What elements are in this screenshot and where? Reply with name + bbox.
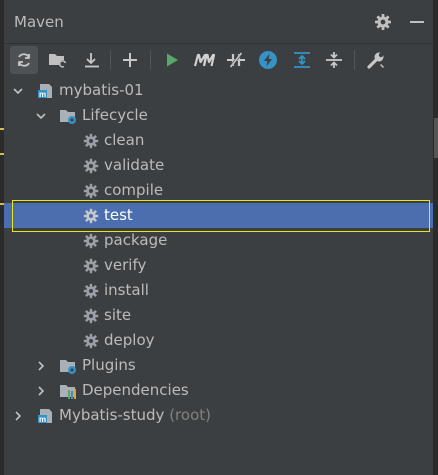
- download-sources-button[interactable]: [78, 46, 106, 74]
- play-icon: [167, 53, 178, 67]
- goal-label: verify: [104, 256, 147, 274]
- maven-project-icon: m: [37, 407, 55, 425]
- reload-icon: [18, 53, 30, 67]
- goal-label: site: [104, 306, 132, 324]
- editor-scrollbar[interactable]: [433, 0, 438, 475]
- toolbar-separator: [354, 50, 355, 70]
- folder-gear-icon: [59, 107, 77, 125]
- generate-sources-button[interactable]: [44, 46, 72, 74]
- goal-label: compile: [104, 181, 164, 199]
- tree-node-label: Dependencies: [82, 381, 189, 399]
- gear-icon: [82, 157, 100, 175]
- toolbar-separator: [150, 50, 151, 70]
- tool-window-header: Maven: [4, 0, 433, 44]
- goal-label: package: [104, 231, 168, 249]
- download-icon: [85, 53, 99, 68]
- goal-label: validate: [104, 156, 165, 174]
- offline-icon: [227, 52, 245, 68]
- maven-project-icon: m: [37, 82, 55, 100]
- scrollbar-thumb[interactable]: [434, 118, 438, 158]
- gear-icon: [82, 282, 100, 300]
- lifecycle-goal-deploy[interactable]: deploy: [4, 328, 433, 353]
- toggle-offline-mode-button[interactable]: [222, 46, 250, 74]
- lightning-icon: [259, 51, 277, 69]
- gear-icon: [82, 332, 100, 350]
- goal-label: clean: [104, 131, 145, 149]
- svg-text:m: m: [39, 415, 46, 424]
- lifecycle-goal-install[interactable]: install: [4, 278, 433, 303]
- maven-toolbar: [4, 44, 433, 76]
- gear-icon: [82, 257, 100, 275]
- lifecycle-goal-validate[interactable]: validate: [4, 153, 433, 178]
- tree-node-project-root[interactable]: m Mybatis-study (root): [4, 403, 433, 428]
- lifecycle-goal-site[interactable]: site: [4, 303, 433, 328]
- tree-node-label: Lifecycle: [82, 106, 148, 124]
- lifecycle-goal-clean[interactable]: clean: [4, 128, 433, 153]
- lifecycle-goal-verify[interactable]: verify: [4, 253, 433, 278]
- gear-icon: [82, 182, 100, 200]
- maven-tool-window: Maven m mybatis-01 Lifecycle clean valid…: [4, 0, 433, 475]
- tree-node-project[interactable]: m mybatis-01: [4, 78, 433, 103]
- toolbar-separator: [110, 50, 111, 70]
- chevron-right-icon[interactable]: [12, 403, 24, 428]
- chevron-right-icon[interactable]: [35, 353, 47, 378]
- chevron-down-icon[interactable]: [35, 103, 47, 128]
- tool-window-title: Maven: [14, 13, 64, 31]
- tree-node-dependencies[interactable]: Dependencies: [4, 378, 433, 403]
- tree-node-label: Plugins: [82, 356, 136, 374]
- goal-label: install: [104, 281, 149, 299]
- svg-text:m: m: [39, 90, 46, 99]
- tree-node-plugins[interactable]: Plugins: [4, 353, 433, 378]
- gear-icon[interactable]: [373, 12, 393, 32]
- reload-all-projects-button[interactable]: [10, 46, 38, 74]
- collapse-all-icon: [326, 52, 342, 68]
- gear-icon: [82, 307, 100, 325]
- wrench-icon: [367, 52, 384, 69]
- root-suffix: (root): [169, 406, 211, 424]
- run-maven-build-button[interactable]: [158, 46, 186, 74]
- add-maven-project-button[interactable]: [116, 46, 144, 74]
- toggle-skip-tests-button[interactable]: [254, 46, 282, 74]
- chevron-down-icon[interactable]: [12, 78, 24, 103]
- tree-node-label: Mybatis-study (root): [59, 406, 211, 424]
- goal-label: deploy: [104, 331, 155, 349]
- m-icon: [193, 53, 215, 67]
- gear-icon: [82, 232, 100, 250]
- project-name: Mybatis-study: [59, 406, 165, 424]
- folder-reload-icon: [49, 54, 67, 68]
- plus-icon: [123, 53, 137, 67]
- folder-library-icon: [59, 382, 77, 400]
- tree-node-lifecycle[interactable]: Lifecycle: [4, 103, 433, 128]
- maven-settings-button[interactable]: [362, 46, 390, 74]
- selection-highlight-outline: [12, 200, 430, 232]
- collapse-all-button[interactable]: [320, 46, 348, 74]
- folder-plugins-icon: [59, 357, 77, 375]
- tree-node-label: mybatis-01: [59, 81, 144, 99]
- show-dependencies-button[interactable]: [288, 46, 316, 74]
- execute-maven-goal-button[interactable]: [190, 46, 218, 74]
- gear-icon: [82, 132, 100, 150]
- minimize-icon[interactable]: [407, 12, 427, 32]
- expand-all-icon: [294, 52, 310, 68]
- chevron-right-icon[interactable]: [35, 378, 47, 403]
